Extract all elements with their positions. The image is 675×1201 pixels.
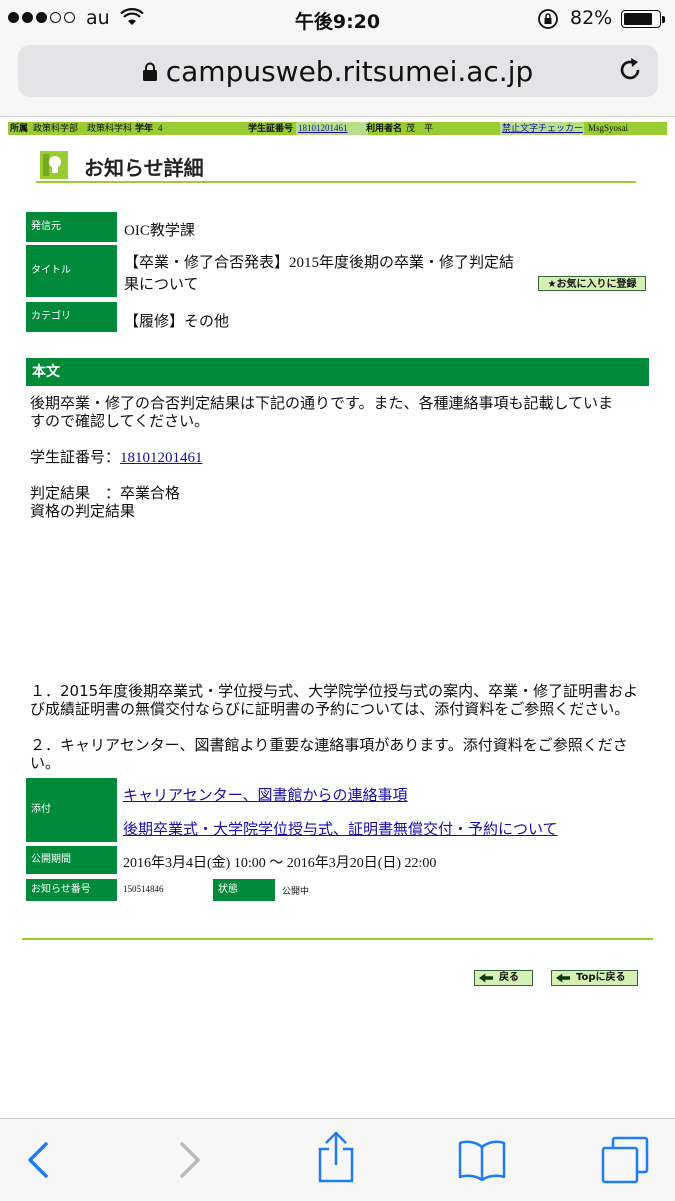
- attachment-link-1[interactable]: キャリアセンター、図書館からの連絡事項: [123, 784, 408, 805]
- notice-item-line: ２．キャリアセンター、図書館より重要な連絡事項があります。添付資料をご参照くださ: [30, 736, 628, 754]
- user-info-bar: 所属 政策科学部 政策科学科 学年 4 学生証番号 18101201461 利用…: [8, 122, 667, 135]
- body-line: 後期卒業・修了の合否判定結果は下記の通りです。また、各種連絡事項も記載していま: [30, 394, 614, 412]
- title-label: タイトル: [26, 245, 117, 297]
- year-value: 4: [158, 123, 163, 133]
- url-text[interactable]: campusweb.ritsumei.ac.jp: [0, 55, 675, 88]
- battery-percent: 82%: [570, 7, 613, 29]
- tabs-icon[interactable]: [601, 1136, 649, 1188]
- state-value: 公開中: [282, 887, 310, 897]
- top-button[interactable]: Topに戻る: [551, 970, 638, 986]
- bottom-divider: [22, 938, 653, 940]
- qualification-line: 資格の判定結果: [30, 502, 136, 520]
- attachment-label: 添付: [26, 778, 117, 842]
- result-line: 判定結果 ：卒業合格: [30, 484, 181, 502]
- reload-icon[interactable]: [617, 57, 643, 87]
- sender-label: 発信元: [26, 212, 117, 242]
- msg-id: MsgSyosai: [588, 123, 629, 133]
- category-value: 【履修】その他: [124, 314, 230, 330]
- affiliation-value: 政策科学部 政策科学科: [33, 123, 133, 133]
- forward-icon[interactable]: [178, 1140, 202, 1184]
- sender-value: OIC教学課: [124, 223, 195, 239]
- notice-item-2: ２．キャリアセンター、図書館より重要な連絡事項があります。添付資料をご参照くださ…: [30, 736, 628, 772]
- url-label: campusweb.ritsumei.ac.jp: [165, 55, 534, 88]
- page-title: お知らせ詳細: [84, 156, 204, 180]
- notice-number-label: お知らせ番号: [26, 879, 117, 901]
- back-button[interactable]: 戻る: [474, 970, 533, 986]
- affiliation-label: 所属: [10, 123, 29, 133]
- back-button-label: 戻る: [499, 972, 519, 983]
- back-icon[interactable]: [26, 1140, 50, 1184]
- category-label: カテゴリ: [26, 302, 117, 332]
- period-label: 公開期間: [26, 846, 117, 874]
- user-name-label: 利用者名: [366, 123, 403, 133]
- student-id-body-link[interactable]: 18101201461: [120, 450, 203, 466]
- notice-item-line: び成績証明書の無償交付ならびに証明書の予約については、添付資料をご参照ください。: [30, 700, 630, 718]
- body-header: 本文: [26, 358, 649, 386]
- student-id-prefix: 学生証番号：: [30, 448, 121, 466]
- title-value: 【卒業・修了合否発表】2015年度後期の卒業・修了判定結 果について: [124, 252, 514, 296]
- user-name-value: 茂 平: [406, 123, 434, 133]
- checker-link[interactable]: 禁止文字チェッカー: [502, 122, 583, 135]
- lock-icon: [142, 62, 157, 81]
- arrow-left-icon: [556, 973, 570, 983]
- share-icon[interactable]: [316, 1131, 356, 1187]
- title-value-line2: 果について: [124, 277, 199, 293]
- top-button-label: Topに戻る: [576, 972, 626, 983]
- title-value-line1: 【卒業・修了合否発表】2015年度後期の卒業・修了判定結: [124, 255, 515, 271]
- body-line: すので確認してください。: [30, 412, 210, 430]
- student-id-label: 学生証番号: [248, 123, 294, 133]
- period-value: 2016年3月4日(金) 10:00 〜 2016年3月20日(日) 22:00: [123, 856, 437, 871]
- battery-icon: [621, 10, 661, 28]
- body-paragraph: 後期卒業・修了の合否判定結果は下記の通りです。また、各種連絡事項も記載していま …: [30, 394, 613, 430]
- notice-number-value: 150514846: [123, 884, 164, 894]
- arrow-left-icon: [479, 973, 493, 983]
- student-id-row: 学生証番号：18101201461: [30, 448, 203, 467]
- notice-item-1: １．2015年度後期卒業式・学位授与式、大学院学位授与式の案内、卒業・修了証明書…: [30, 682, 638, 718]
- bookmarks-icon[interactable]: [457, 1139, 507, 1185]
- notice-item-line: い。: [30, 754, 61, 772]
- add-favorite-button[interactable]: ★お気に入りに登録: [538, 276, 646, 291]
- attachment-link-2[interactable]: 後期卒業式・大学院学位授与式、証明書無償交付・予約について: [123, 818, 558, 839]
- battery-tip: [662, 16, 665, 23]
- rotation-lock-icon: [537, 8, 559, 34]
- notice-item-line: １．2015年度後期卒業式・学位授与式、大学院学位授与式の案内、卒業・修了証明書…: [30, 682, 639, 700]
- title-divider: [36, 181, 636, 183]
- state-label: 状態: [213, 879, 275, 901]
- year-label: 学年: [135, 123, 154, 133]
- notice-icon: [40, 151, 68, 179]
- student-id-link[interactable]: 18101201461: [298, 122, 348, 135]
